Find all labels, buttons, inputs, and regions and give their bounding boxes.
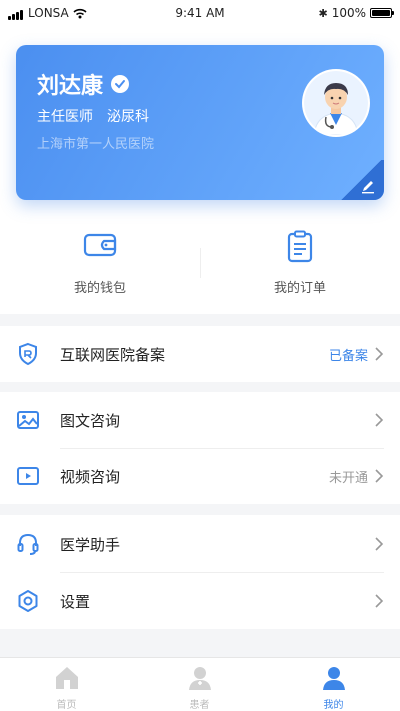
avatar[interactable] <box>302 69 370 137</box>
tab-home[interactable]: 首页 <box>0 658 133 711</box>
doctor-name: 刘达康 <box>37 74 104 99</box>
battery-icon <box>370 8 394 18</box>
menu-item-label: 互联网医院备案 <box>60 346 166 364</box>
record-group: 互联网医院备案 已备案 <box>0 326 400 382</box>
chevron-right-icon <box>375 594 384 608</box>
doctor-title: 主任医师 <box>37 109 93 125</box>
menu-item-label: 医学助手 <box>60 536 121 554</box>
doctor-avatar-icon <box>304 71 368 135</box>
patients-icon <box>188 667 211 690</box>
gear-icon <box>18 590 38 612</box>
profile-card[interactable]: 刘达康 主任医师 泌尿科 上海市第一人民医院 <box>16 45 384 200</box>
doctor-title-row: 主任医师 泌尿科 <box>37 106 149 126</box>
doctor-name-row: 刘达康 <box>37 68 130 100</box>
tab-label: 患者 <box>189 700 210 711</box>
home-icon <box>55 667 78 689</box>
chevron-right-icon <box>375 469 384 483</box>
orders-label: 我的订单 <box>273 281 326 296</box>
doctor-hospital: 上海市第一人民医院 <box>37 137 155 152</box>
doctor-department: 泌尿科 <box>107 109 149 125</box>
tab-label: 首页 <box>56 700 77 711</box>
status-bar: LONSA 9:41 AM ✱ 100% <box>0 0 400 28</box>
menu-item-label: 设置 <box>60 593 91 611</box>
menu-item-hospital-record[interactable]: 互联网医院备案 已备案 <box>0 326 400 382</box>
wallet-button[interactable]: 我的钱包 <box>0 225 200 305</box>
chevron-right-icon <box>375 347 384 361</box>
tab-bar: 首页 患者 我的 <box>0 657 400 711</box>
bluetooth-icon: ✱ <box>318 6 328 20</box>
consult-group: 图文咨询 视频咨询 未开通 <box>0 392 400 504</box>
profile-icon <box>322 667 345 690</box>
menu-item-label: 图文咨询 <box>60 412 121 430</box>
wallet-icon <box>83 233 117 257</box>
headset-icon <box>17 533 39 555</box>
chevron-right-icon <box>375 413 384 427</box>
tab-patients[interactable]: 患者 <box>133 658 266 711</box>
wallet-label: 我的钱包 <box>73 281 126 296</box>
shield-icon <box>19 342 37 366</box>
edit-profile-button[interactable] <box>338 160 384 200</box>
order-list-icon <box>287 230 313 263</box>
record-status: 已备案 <box>328 349 368 364</box>
menu-item-settings[interactable]: 设置 <box>0 573 400 629</box>
verified-badge-icon <box>111 75 130 93</box>
menu-item-video-consult[interactable]: 视频咨询 未开通 <box>0 448 400 504</box>
pencil-icon <box>362 181 374 194</box>
tab-label: 我的 <box>323 700 344 711</box>
video-icon <box>17 467 39 485</box>
tab-profile[interactable]: 我的 <box>267 658 400 711</box>
menu-item-image-consult[interactable]: 图文咨询 <box>0 392 400 448</box>
battery-percent: 100% <box>331 6 366 20</box>
image-icon <box>17 411 39 429</box>
orders-button[interactable]: 我的订单 <box>200 225 400 305</box>
chevron-right-icon <box>375 537 384 551</box>
status-bar-right: ✱ 100% <box>318 6 394 20</box>
video-consult-status: 未开通 <box>328 471 368 486</box>
menu-item-label: 视频咨询 <box>60 468 121 486</box>
tools-group: 医学助手 设置 <box>0 515 400 629</box>
menu-item-medical-assistant[interactable]: 医学助手 <box>0 516 400 572</box>
